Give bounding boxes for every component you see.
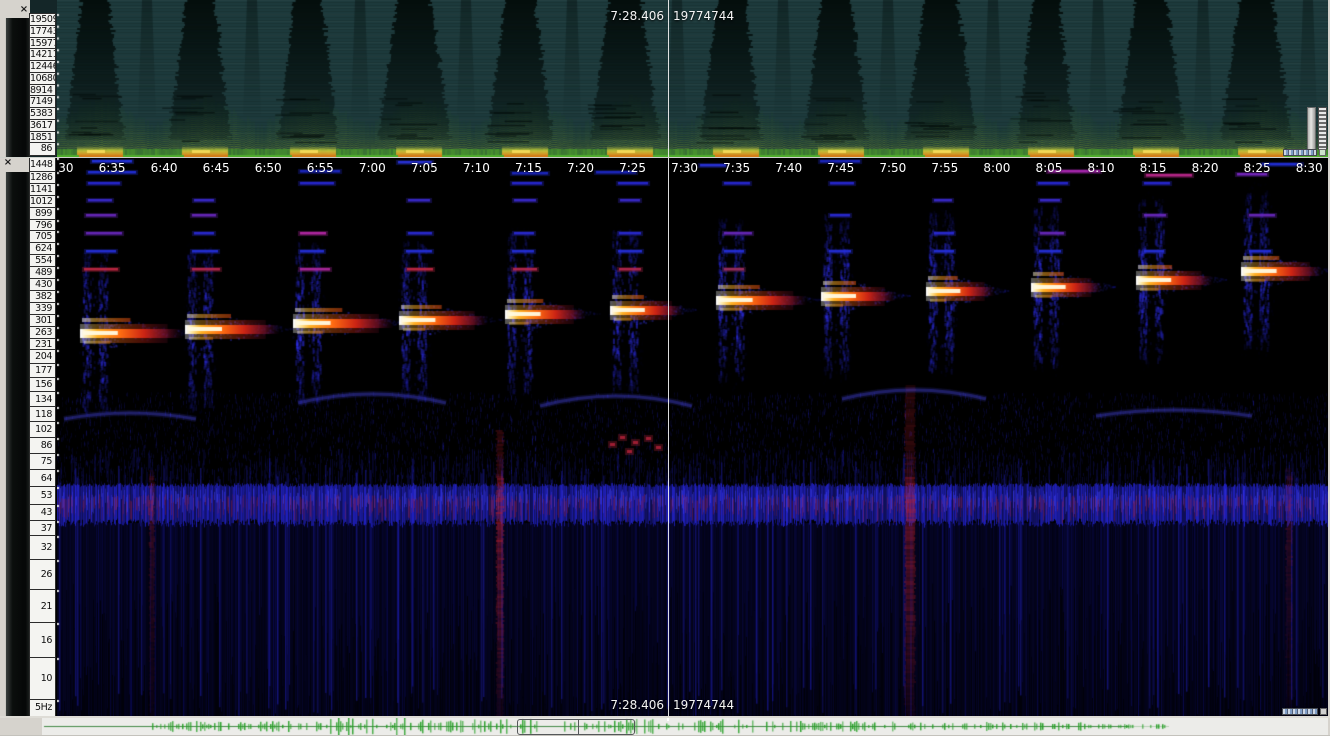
cursor-time-readout-top: 7:28.406	[610, 9, 664, 23]
freq-tick: 5Hz	[30, 700, 55, 716]
freq-tick: 53	[30, 487, 55, 505]
freq-tick: 5383	[30, 108, 55, 120]
freq-tick: 14211	[30, 49, 55, 61]
freq-tick: 796	[30, 220, 55, 231]
freq-tick: 554	[30, 255, 55, 267]
time-label: 8:10	[1088, 159, 1115, 177]
time-label: 7:00	[359, 159, 386, 177]
close-bottom-pane-button[interactable]: ×	[2, 157, 14, 169]
freq-tick: 1141	[30, 184, 55, 196]
time-label: 7:45	[827, 159, 854, 177]
freq-tick: 134	[30, 392, 55, 407]
freq-tick: 489	[30, 267, 55, 279]
overview-region-divider	[578, 720, 579, 734]
freq-tick: 301	[30, 315, 55, 327]
freq-tick: 17743	[30, 26, 55, 38]
freq-tick: 26	[30, 560, 55, 590]
cursor-sample-readout-bottom: 19774744	[673, 698, 734, 712]
cursor-sample-readout-top: 19774744	[673, 9, 734, 23]
freq-tick: 16	[30, 623, 55, 658]
time-label: 6:50	[255, 159, 282, 177]
time-label: 7:35	[723, 159, 750, 177]
top-pane-vertical-zoom-thumb[interactable]	[1307, 107, 1316, 150]
freq-tick: 1851	[30, 132, 55, 144]
close-top-pane-button[interactable]: ×	[18, 4, 30, 16]
top-frequency-scale: 1950917743159771421112446106808914714953…	[30, 0, 57, 157]
freq-tick: 177	[30, 364, 55, 378]
freq-tick: 7149	[30, 96, 55, 108]
time-label: 8:30	[1296, 159, 1323, 177]
overview-visible-region-box[interactable]	[517, 719, 635, 735]
pane-separator	[0, 157, 1330, 158]
freq-tick: 3617	[30, 120, 55, 132]
time-label: 8:05	[1035, 159, 1062, 177]
linear-spectrogram-view[interactable]	[57, 0, 1328, 157]
time-label: 7:50	[879, 159, 906, 177]
freq-tick: 102	[30, 422, 55, 438]
bottom-pane-zoom-reset-button[interactable]	[1320, 708, 1327, 715]
time-label: 8:00	[983, 159, 1010, 177]
freq-tick: 10	[30, 658, 55, 700]
time-label: 7:05	[411, 159, 438, 177]
time-label: 6:35	[99, 159, 126, 177]
freq-tick: 430	[30, 279, 55, 291]
time-label: 7:10	[463, 159, 490, 177]
freq-tick: 10680	[30, 73, 55, 85]
freq-tick: 19509	[30, 14, 55, 26]
time-label: 8:20	[1192, 159, 1219, 177]
freq-tick: 32	[30, 536, 55, 560]
freq-tick: 37	[30, 521, 55, 536]
top-pane-zoom-reset-button[interactable]	[1319, 149, 1326, 156]
bottom-frequency-scale: 1448128611411012899796705624554489430382…	[30, 158, 57, 716]
time-label: 8:25	[1244, 159, 1271, 177]
freq-tick: 43	[30, 505, 55, 521]
freq-tick: 339	[30, 303, 55, 315]
freq-tick: 231	[30, 339, 55, 350]
bottom-pane-horizontal-zoom-wheel[interactable]	[1282, 708, 1318, 715]
time-label: 7:20	[567, 159, 594, 177]
freq-tick: 86	[30, 438, 55, 454]
freq-tick: 204	[30, 350, 55, 364]
freq-tick: 1286	[30, 172, 55, 184]
freq-tick: 156	[30, 378, 55, 392]
freq-tick: 86	[30, 143, 55, 155]
overview-waveform[interactable]	[42, 718, 1328, 735]
time-label: 7:30	[671, 159, 698, 177]
time-label: 7:40	[775, 159, 802, 177]
freq-tick: 75	[30, 454, 55, 470]
time-label: 7:25	[619, 159, 646, 177]
freq-tick: 64	[30, 470, 55, 487]
freq-tick: 21	[30, 590, 55, 623]
cursor-time-readout-bottom: 7:28.406	[610, 698, 664, 712]
bottom-pane-left-strip	[5, 172, 33, 716]
freq-tick: 263	[30, 327, 55, 339]
log-spectrogram-view[interactable]	[57, 158, 1328, 716]
freq-tick: 382	[30, 291, 55, 303]
time-label: 7:15	[515, 159, 542, 177]
time-label: 7:55	[931, 159, 958, 177]
freq-tick: 624	[30, 243, 55, 255]
freq-tick: 1012	[30, 196, 55, 208]
overview-separator	[0, 716, 1330, 718]
time-label: 6:40	[151, 159, 178, 177]
top-pane-left-strip	[5, 18, 33, 157]
time-label: 8:15	[1140, 159, 1167, 177]
freq-tick: 12446	[30, 61, 55, 73]
freq-tick: 1448	[30, 158, 55, 172]
freq-tick: 15977	[30, 38, 55, 50]
playback-cursor-line	[668, 0, 669, 716]
spectrogram-app-window: × × 195091774315977142111244610680891471…	[0, 0, 1330, 736]
freq-tick: 8914	[30, 85, 55, 97]
freq-tick: 705	[30, 231, 55, 243]
time-label: 6:55	[307, 159, 334, 177]
freq-tick: 118	[30, 407, 55, 422]
time-label: 6:45	[203, 159, 230, 177]
overview-left-margin	[0, 717, 42, 736]
freq-tick: 899	[30, 208, 55, 220]
top-pane-vertical-zoom-wheel[interactable]	[1318, 107, 1327, 150]
top-pane-horizontal-zoom-wheel[interactable]	[1283, 149, 1317, 156]
